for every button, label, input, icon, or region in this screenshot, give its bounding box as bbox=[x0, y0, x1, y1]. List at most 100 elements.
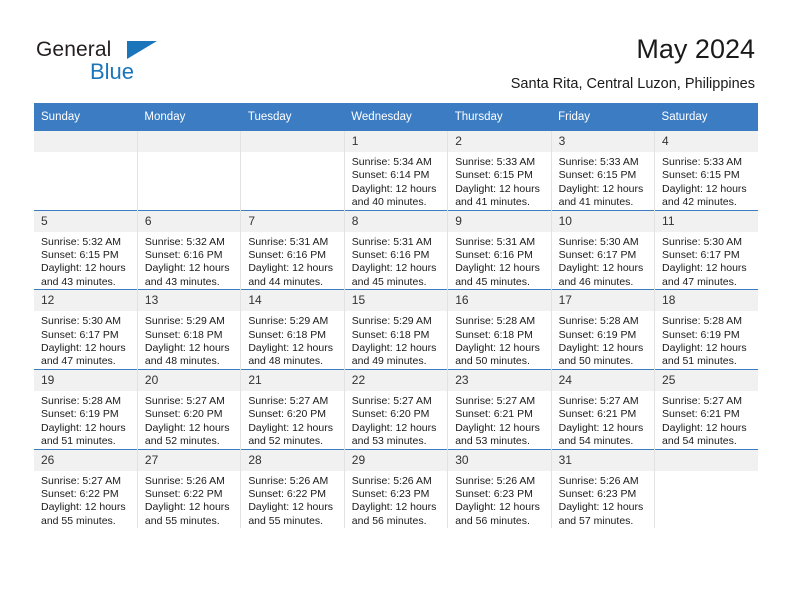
calendar-day-cell[interactable]: 15 Sunrise: 5:29 AM Sunset: 6:18 PM Dayligh… bbox=[343, 289, 448, 370]
day-details: Sunrise: 5:26 AM Sunset: 6:23 PM Daylight:… bbox=[552, 471, 654, 529]
calendar-day-cell[interactable]: 28 Sunrise: 5:26 AM Sunset: 6:22 PM Dayligh… bbox=[240, 448, 345, 529]
day-number bbox=[34, 131, 137, 152]
sunrise-time: Sunrise: 5:27 AM bbox=[144, 394, 225, 407]
sunset-time: Sunset: 6:23 PM bbox=[455, 487, 533, 500]
sunset-time: Sunset: 6:23 PM bbox=[351, 487, 430, 500]
sunrise-time: Sunrise: 5:28 AM bbox=[662, 315, 742, 328]
daylight-duration: Daylight: 12 hours bbox=[144, 501, 230, 514]
day-number: 18 bbox=[655, 290, 758, 312]
sunrise-time: Sunrise: 5:27 AM bbox=[41, 474, 121, 487]
sunset-time: Sunset: 6:22 PM bbox=[41, 487, 119, 500]
calendar-day-cell[interactable]: 29 Sunrise: 5:26 AM Sunset: 6:23 PM Dayligh… bbox=[343, 448, 448, 529]
day-details: Sunrise: 5:27 AM Sunset: 6:21 PM Daylight:… bbox=[552, 391, 654, 449]
calendar-day-cell[interactable]: 22 Sunrise: 5:27 AM Sunset: 6:20 PM Dayligh… bbox=[343, 368, 448, 449]
day-number: 27 bbox=[137, 449, 241, 471]
daylight-duration: and 51 minutes. bbox=[41, 435, 116, 448]
daylight-duration: and 57 minutes. bbox=[558, 514, 634, 527]
daylight-duration: Daylight: 12 hours bbox=[41, 421, 126, 434]
day-details: Sunrise: 5:27 AM Sunset: 6:21 PM Daylight:… bbox=[448, 391, 550, 449]
daylight-duration: Daylight: 12 hours bbox=[662, 342, 747, 355]
daylight-duration: and 40 minutes. bbox=[351, 196, 427, 209]
calendar-day-cell-empty bbox=[240, 131, 345, 211]
calendar-day-cell[interactable]: 20 Sunrise: 5:27 AM Sunset: 6:20 PM Dayligh… bbox=[136, 368, 241, 449]
calendar-day-cell[interactable]: 10 Sunrise: 5:30 AM Sunset: 6:17 PM Dayligh… bbox=[550, 209, 655, 290]
daylight-duration: and 41 minutes. bbox=[455, 196, 530, 209]
calendar-day-cell[interactable]: 1 Sunrise: 5:34 AM Sunset: 6:14 PM Daylight… bbox=[343, 131, 448, 211]
sunset-time: Sunset: 6:20 PM bbox=[248, 408, 326, 421]
calendar-day-cell[interactable]: 27 Sunrise: 5:26 AM Sunset: 6:22 PM Dayligh… bbox=[136, 448, 241, 529]
day-details: Sunrise: 5:29 AM Sunset: 6:18 PM Daylight:… bbox=[241, 311, 343, 369]
calendar-day-cell[interactable]: 26 Sunrise: 5:27 AM Sunset: 6:22 PM Dayligh… bbox=[34, 448, 138, 529]
sunset-time: Sunset: 6:17 PM bbox=[558, 249, 637, 262]
calendar-day-cell[interactable]: 24 Sunrise: 5:27 AM Sunset: 6:21 PM Dayligh… bbox=[550, 368, 655, 449]
daylight-duration: and 50 minutes. bbox=[558, 355, 634, 368]
general-blue-logo[interactable]: General Blue bbox=[36, 38, 256, 88]
calendar-day-cell[interactable]: 4 Sunrise: 5:33 AM Sunset: 6:15 PM Daylight… bbox=[654, 131, 758, 211]
day-details: Sunrise: 5:33 AM Sunset: 6:15 PM Daylight:… bbox=[552, 152, 654, 210]
calendar-day-cell[interactable]: 14 Sunrise: 5:29 AM Sunset: 6:18 PM Dayligh… bbox=[240, 289, 345, 370]
calendar-day-cell[interactable]: 8 Sunrise: 5:31 AM Sunset: 6:16 PM Daylight… bbox=[343, 209, 448, 290]
sunrise-time: Sunrise: 5:28 AM bbox=[558, 315, 639, 328]
day-number: 25 bbox=[655, 369, 758, 391]
sunset-time: Sunset: 6:19 PM bbox=[558, 328, 637, 341]
daylight-duration: and 55 minutes. bbox=[248, 514, 324, 527]
calendar-day-cell[interactable]: 11 Sunrise: 5:30 AM Sunset: 6:17 PM Dayligh… bbox=[654, 209, 758, 290]
day-details: Sunrise: 5:27 AM Sunset: 6:20 PM Daylight:… bbox=[241, 391, 343, 449]
calendar-week-row: 12 Sunrise: 5:30 AM Sunset: 6:17 PM Dayligh… bbox=[34, 289, 758, 370]
sunset-time: Sunset: 6:18 PM bbox=[455, 328, 533, 341]
calendar-day-cell[interactable]: 7 Sunrise: 5:31 AM Sunset: 6:16 PM Daylight… bbox=[240, 209, 345, 290]
daylight-duration: Daylight: 12 hours bbox=[558, 421, 644, 434]
calendar-day-cell[interactable]: 9 Sunrise: 5:31 AM Sunset: 6:16 PM Daylight… bbox=[447, 209, 552, 290]
sunrise-time: Sunrise: 5:31 AM bbox=[351, 235, 432, 248]
daylight-duration: Daylight: 12 hours bbox=[455, 342, 540, 355]
sunrise-time: Sunrise: 5:31 AM bbox=[455, 235, 536, 248]
calendar-day-cell[interactable]: 18 Sunrise: 5:28 AM Sunset: 6:19 PM Dayligh… bbox=[654, 289, 758, 370]
sunrise-time: Sunrise: 5:28 AM bbox=[455, 315, 536, 328]
day-number bbox=[241, 131, 344, 152]
weekday-header-tuesday: Tuesday bbox=[240, 103, 345, 131]
calendar-day-cell[interactable]: 2 Sunrise: 5:33 AM Sunset: 6:15 PM Daylight… bbox=[447, 131, 552, 211]
calendar-day-cell[interactable]: 16 Sunrise: 5:28 AM Sunset: 6:18 PM Dayligh… bbox=[447, 289, 552, 370]
day-details: Sunrise: 5:33 AM Sunset: 6:15 PM Daylight:… bbox=[655, 152, 758, 210]
calendar-day-cell[interactable]: 13 Sunrise: 5:29 AM Sunset: 6:18 PM Dayligh… bbox=[136, 289, 241, 370]
calendar-day-cell[interactable]: 23 Sunrise: 5:27 AM Sunset: 6:21 PM Dayligh… bbox=[447, 368, 552, 449]
calendar-day-cell[interactable]: 6 Sunrise: 5:32 AM Sunset: 6:16 PM Daylight… bbox=[136, 209, 241, 290]
sunset-time: Sunset: 6:17 PM bbox=[662, 249, 740, 262]
sunrise-time: Sunrise: 5:26 AM bbox=[144, 474, 225, 487]
daylight-duration: and 52 minutes. bbox=[144, 435, 220, 448]
sunset-time: Sunset: 6:18 PM bbox=[144, 328, 223, 341]
sunset-time: Sunset: 6:17 PM bbox=[41, 328, 119, 341]
day-details: Sunrise: 5:26 AM Sunset: 6:23 PM Daylight:… bbox=[448, 471, 550, 529]
day-number: 7 bbox=[241, 210, 344, 232]
daylight-duration: and 54 minutes. bbox=[558, 435, 634, 448]
calendar-day-cell[interactable]: 12 Sunrise: 5:30 AM Sunset: 6:17 PM Dayligh… bbox=[34, 289, 138, 370]
day-number: 14 bbox=[241, 290, 344, 312]
sunset-time: Sunset: 6:23 PM bbox=[558, 487, 637, 500]
daylight-duration: and 47 minutes. bbox=[41, 355, 116, 368]
calendar-day-cell[interactable]: 25 Sunrise: 5:27 AM Sunset: 6:21 PM Dayligh… bbox=[654, 368, 758, 449]
daylight-duration: and 43 minutes. bbox=[41, 275, 116, 288]
day-number bbox=[655, 449, 758, 471]
day-details: Sunrise: 5:28 AM Sunset: 6:19 PM Daylight:… bbox=[655, 311, 758, 369]
daylight-duration: Daylight: 12 hours bbox=[248, 501, 333, 514]
calendar-day-cell[interactable]: 19 Sunrise: 5:28 AM Sunset: 6:19 PM Dayligh… bbox=[34, 368, 138, 449]
daylight-duration: Daylight: 12 hours bbox=[351, 421, 437, 434]
calendar-day-cell[interactable]: 21 Sunrise: 5:27 AM Sunset: 6:20 PM Dayligh… bbox=[240, 368, 345, 449]
day-number: 11 bbox=[655, 210, 758, 232]
calendar-day-cell[interactable]: 3 Sunrise: 5:33 AM Sunset: 6:15 PM Daylight… bbox=[550, 131, 655, 211]
sunset-time: Sunset: 6:16 PM bbox=[144, 249, 223, 262]
daylight-duration: Daylight: 12 hours bbox=[351, 342, 437, 355]
day-details: Sunrise: 5:27 AM Sunset: 6:21 PM Daylight:… bbox=[655, 391, 758, 449]
calendar-day-cell[interactable]: 31 Sunrise: 5:26 AM Sunset: 6:23 PM Dayligh… bbox=[550, 448, 655, 529]
calendar-day-cell-empty bbox=[136, 131, 241, 211]
daylight-duration: and 42 minutes. bbox=[662, 196, 737, 209]
day-number: 20 bbox=[137, 369, 241, 391]
sunset-time: Sunset: 6:16 PM bbox=[455, 249, 533, 262]
day-number bbox=[137, 131, 241, 152]
calendar-day-cell[interactable]: 17 Sunrise: 5:28 AM Sunset: 6:19 PM Dayligh… bbox=[550, 289, 655, 370]
calendar-day-cell[interactable]: 5 Sunrise: 5:32 AM Sunset: 6:15 PM Daylight… bbox=[34, 209, 138, 290]
day-number: 9 bbox=[448, 210, 551, 232]
calendar-day-cell[interactable]: 30 Sunrise: 5:26 AM Sunset: 6:23 PM Dayligh… bbox=[447, 448, 552, 529]
daylight-duration: Daylight: 12 hours bbox=[662, 182, 747, 195]
daylight-duration: Daylight: 12 hours bbox=[558, 501, 644, 514]
